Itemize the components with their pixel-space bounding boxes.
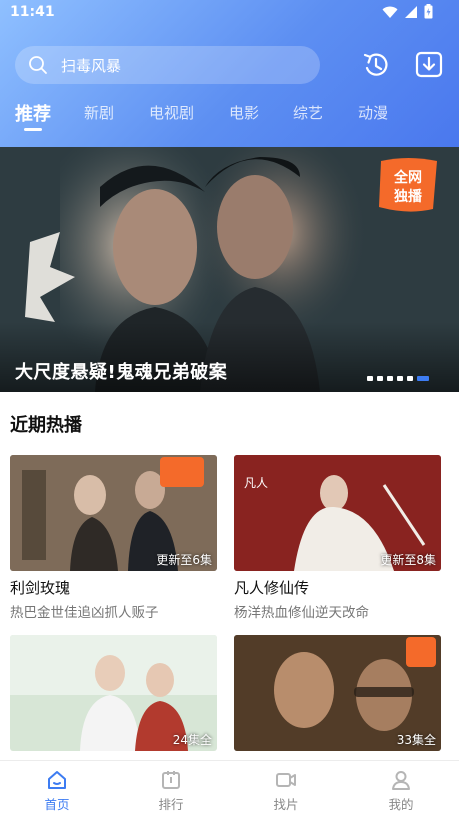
search-icon xyxy=(29,56,47,74)
exclusive-badge: 全网 独播 xyxy=(379,158,437,212)
show-card[interactable]: 33集全 xyxy=(234,635,441,751)
wifi-icon xyxy=(382,6,398,18)
user-icon xyxy=(392,771,410,790)
video-camera-icon xyxy=(276,773,296,787)
banner-caption: 大尺度悬疑!鬼魂兄弟破案 xyxy=(15,362,228,383)
nav-profile[interactable]: 我的 xyxy=(344,761,458,816)
poster-text: 凡人 xyxy=(244,476,268,490)
status-icons xyxy=(382,4,433,19)
card-title[interactable]: 利剑玫瑰 xyxy=(10,577,70,598)
bottom-navigation: 首页 排行 找片 我的 xyxy=(0,760,459,816)
tab-tv-series[interactable]: 电视剧 xyxy=(149,102,194,123)
tab-anime[interactable]: 动漫 xyxy=(358,102,388,123)
carousel-dot xyxy=(377,376,383,381)
status-time: 11:41 xyxy=(10,4,55,20)
nav-discover[interactable]: 找片 xyxy=(229,761,343,816)
section-title: 近期热播 xyxy=(10,415,82,436)
badge-text-2: 独播 xyxy=(394,188,423,205)
show-card[interactable]: 凡人 更新至8集 凡人修仙传 杨洋热血修仙逆天改命 xyxy=(234,455,441,621)
history-icon[interactable] xyxy=(361,50,391,80)
badge-text-1: 全网 xyxy=(393,169,422,186)
active-tab-indicator xyxy=(24,128,42,131)
nav-home[interactable]: 首页 xyxy=(0,761,114,816)
nav-profile-label: 我的 xyxy=(388,797,414,812)
tab-variety[interactable]: 综艺 xyxy=(293,102,323,123)
card-title[interactable]: 凡人修仙传 xyxy=(234,577,309,598)
battery-icon xyxy=(424,4,433,19)
carousel-dot-active xyxy=(417,376,429,381)
carousel-dot xyxy=(387,376,393,381)
search-input[interactable]: 扫毒风暴 xyxy=(61,55,121,76)
card-thumbnail[interactable]: 凡人 更新至8集 xyxy=(234,455,441,571)
card-subtitle: 杨洋热血修仙逆天改命 xyxy=(234,605,369,621)
card-thumbnail[interactable]: 24集全 xyxy=(10,635,217,751)
episode-badge: 更新至6集 xyxy=(156,553,212,567)
card-thumbnail[interactable]: 更新至6集 xyxy=(10,455,217,571)
tab-movie[interactable]: 电影 xyxy=(229,102,259,123)
nav-ranking[interactable]: 排行 xyxy=(114,761,228,816)
carousel-indicator xyxy=(367,376,429,381)
hero-banner[interactable]: 全网 独播 大尺度悬疑!鬼魂兄弟破案 xyxy=(0,147,459,392)
nav-discover-label: 找片 xyxy=(273,797,299,812)
app-screen: 11:41 扫毒风暴 推荐 新剧 电视剧 电影 综艺 动漫 全网 独播 大尺度悬… xyxy=(0,0,459,816)
card-subtitle: 热巴金世佳追凶抓人贩子 xyxy=(10,605,159,621)
ranking-icon xyxy=(162,771,180,789)
carousel-dot xyxy=(367,376,373,381)
tab-new-drama[interactable]: 新剧 xyxy=(84,102,114,123)
episode-badge: 24集全 xyxy=(172,733,212,747)
episode-badge: 更新至8集 xyxy=(380,553,436,567)
episode-badge: 33集全 xyxy=(396,733,436,747)
status-bar: 11:41 xyxy=(0,0,459,26)
card-thumbnail[interactable]: 33集全 xyxy=(234,635,441,751)
header: 11:41 扫毒风暴 推荐 新剧 电视剧 电影 综艺 动漫 xyxy=(0,0,459,147)
nav-ranking-label: 排行 xyxy=(158,797,184,812)
tab-recommend[interactable]: 推荐 xyxy=(15,100,51,126)
home-icon xyxy=(48,771,66,789)
search-bar[interactable]: 扫毒风暴 xyxy=(15,46,320,84)
show-card[interactable]: 更新至6集 利剑玫瑰 热巴金世佳追凶抓人贩子 xyxy=(10,455,217,621)
carousel-dot xyxy=(407,376,413,381)
show-card[interactable]: 24集全 xyxy=(10,635,217,751)
nav-home-label: 首页 xyxy=(44,797,70,812)
download-icon[interactable] xyxy=(414,49,444,79)
carousel-dot xyxy=(397,376,403,381)
signal-icon xyxy=(405,5,417,18)
category-tabs: 推荐 新剧 电视剧 电影 综艺 动漫 xyxy=(0,100,459,140)
